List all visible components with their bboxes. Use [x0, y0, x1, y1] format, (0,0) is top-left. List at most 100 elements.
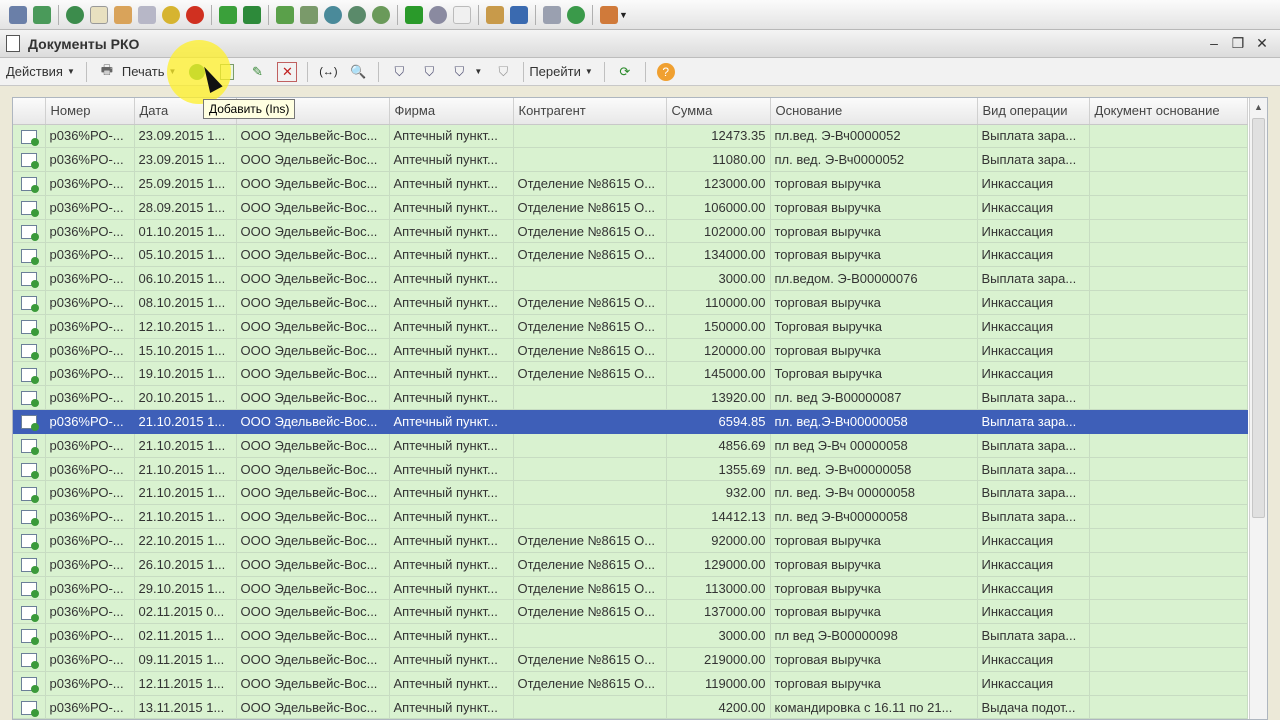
table-cell[interactable]: р036%РО-...: [45, 504, 135, 530]
table-cell[interactable]: [1089, 314, 1248, 339]
table-cell[interactable]: пл вед Э-Вч 00000058: [770, 433, 978, 458]
table-cell[interactable]: [1089, 338, 1248, 363]
table-row[interactable]: р036%РО-... 22.10.2015 1... ООО Эдельвейс-…: [13, 528, 1248, 553]
table-cell[interactable]: 21.10.2015 1...: [134, 433, 237, 458]
table-cell[interactable]: Аптечный пункт...: [389, 219, 514, 244]
table-cell[interactable]: Отделение №8615 О...: [513, 576, 667, 601]
table-cell[interactable]: Отделение №8615 О...: [513, 171, 667, 196]
table-cell[interactable]: 120000.00: [666, 338, 771, 363]
table-cell[interactable]: Аптечный пункт...: [389, 314, 514, 339]
table-cell[interactable]: Аптечный пункт...: [389, 647, 514, 672]
table-cell[interactable]: Выплата зара...: [977, 504, 1090, 530]
table-cell[interactable]: ООО Эдельвейс-Вос...: [236, 480, 390, 506]
table-cell[interactable]: Инкассация: [977, 552, 1090, 577]
table-cell[interactable]: Инкассация: [977, 242, 1090, 268]
table-cell[interactable]: торговая выручка: [770, 552, 978, 577]
table-cell[interactable]: торговая выручка: [770, 647, 978, 672]
table-cell[interactable]: р036%РО-...: [45, 242, 135, 268]
table-cell[interactable]: [513, 385, 667, 411]
table-cell[interactable]: пл. вед Э-Вч00000058: [770, 504, 978, 530]
table-cell[interactable]: Аптечный пункт...: [389, 195, 514, 220]
table-cell[interactable]: 22.10.2015 1...: [134, 528, 237, 553]
table-row[interactable]: р036%РО-... 19.10.2015 1... ООО Эдельвейс-…: [13, 361, 1248, 387]
table-row[interactable]: р036%РО-... 23.09.2015 1... ООО Эдельвейс-…: [13, 124, 1248, 149]
table-cell[interactable]: 23.09.2015 1...: [134, 147, 237, 173]
table-cell[interactable]: пл. вед Э-В00000087: [770, 385, 978, 411]
table-cell[interactable]: Аптечный пункт...: [389, 599, 514, 625]
table-cell[interactable]: 21.10.2015 1...: [134, 457, 237, 482]
table-row[interactable]: р036%РО-... 23.09.2015 1... ООО Эдельвейс-…: [13, 147, 1248, 173]
table-cell[interactable]: [513, 480, 667, 506]
table-cell[interactable]: торговая выручка: [770, 338, 978, 363]
table-cell[interactable]: 137000.00: [666, 599, 771, 625]
table-cell[interactable]: Отделение №8615 О...: [513, 219, 667, 244]
table-cell[interactable]: ООО Эдельвейс-Вос...: [236, 361, 390, 387]
edit-button[interactable]: ✎: [247, 62, 267, 82]
table-cell[interactable]: Аптечный пункт...: [389, 147, 514, 173]
table-cell[interactable]: 09.11.2015 1...: [134, 647, 237, 672]
table-cell[interactable]: [1089, 528, 1248, 553]
printer-icon[interactable]: 🖶: [97, 62, 117, 82]
table-cell[interactable]: пл.вед. Э-Вч0000052: [770, 124, 978, 149]
box-blue-icon[interactable]: [510, 5, 528, 24]
table-cell[interactable]: 219000.00: [666, 647, 771, 672]
table-cell[interactable]: Аптечный пункт...: [389, 171, 514, 196]
table-cell[interactable]: р036%РО-...: [45, 385, 135, 411]
table-cell[interactable]: ООО Эдельвейс-Вос...: [236, 457, 390, 482]
table-row[interactable]: р036%РО-... 15.10.2015 1... ООО Эдельвейс-…: [13, 338, 1248, 363]
table-cell[interactable]: [1089, 290, 1248, 315]
doc-icon[interactable]: [453, 5, 471, 24]
table-cell[interactable]: Инкассация: [977, 219, 1090, 244]
table-cell[interactable]: р036%РО-...: [45, 219, 135, 244]
table-cell[interactable]: 19.10.2015 1...: [134, 361, 237, 387]
table-cell[interactable]: Отделение №8615 О...: [513, 528, 667, 553]
column-header[interactable]: Основание: [770, 98, 978, 125]
chevron-down-icon[interactable]: ▼: [585, 67, 593, 76]
table-cell[interactable]: 01.10.2015 1...: [134, 219, 237, 244]
table-cell[interactable]: ООО Эдельвейс-Вос...: [236, 576, 390, 601]
globe2-icon[interactable]: [324, 5, 342, 24]
table-cell[interactable]: [513, 695, 667, 719]
table-cell[interactable]: Аптечный пункт...: [389, 576, 514, 601]
table-cell[interactable]: 123000.00: [666, 171, 771, 196]
table-cell[interactable]: Аптечный пункт...: [389, 528, 514, 553]
table-cell[interactable]: 119000.00: [666, 671, 771, 696]
table-cell[interactable]: [513, 409, 667, 434]
table-cell[interactable]: командировка с 16.11 по 21...: [770, 695, 978, 719]
column-header[interactable]: Номер: [45, 98, 135, 125]
table-row[interactable]: р036%РО-... 01.10.2015 1... ООО Эдельвейс-…: [13, 219, 1248, 244]
calculator-icon[interactable]: [138, 5, 156, 24]
table-row[interactable]: р036%РО-... 20.10.2015 1... ООО Эдельвейс-…: [13, 385, 1248, 411]
table-cell[interactable]: Выплата зара...: [977, 623, 1090, 649]
table-row[interactable]: р036%РО-... 29.10.2015 1... ООО Эдельвейс-…: [13, 576, 1248, 601]
table-cell[interactable]: [1089, 480, 1248, 506]
column-header[interactable]: Контрагент: [513, 98, 667, 125]
refresh-people-icon[interactable]: [33, 5, 51, 24]
filter-icon[interactable]: ⛉: [389, 62, 409, 82]
table-row[interactable]: р036%РО-... 21.10.2015 1... ООО Эдельвейс-…: [13, 504, 1248, 530]
table-row[interactable]: р036%РО-... 02.11.2015 1... ООО Эдельвейс-…: [13, 623, 1248, 649]
table-row[interactable]: р036%РО-... 08.10.2015 1... ООО Эдельвейс-…: [13, 290, 1248, 315]
table-cell[interactable]: Инкассация: [977, 647, 1090, 672]
table-cell[interactable]: Отделение №8615 О...: [513, 195, 667, 220]
disk-icon[interactable]: [429, 5, 447, 24]
table-cell[interactable]: 110000.00: [666, 290, 771, 315]
table-cell[interactable]: пл.ведом. Э-В00000076: [770, 266, 978, 292]
table-cell[interactable]: 05.10.2015 1...: [134, 242, 237, 268]
table-cell[interactable]: 25.09.2015 1...: [134, 171, 237, 196]
arrows-green-icon[interactable]: [243, 5, 261, 24]
table-row[interactable]: р036%РО-... 05.10.2015 1... ООО Эдельвейс-…: [13, 242, 1248, 268]
refresh-icon[interactable]: ⟳: [615, 62, 635, 82]
table-cell[interactable]: Отделение №8615 О...: [513, 647, 667, 672]
table-cell[interactable]: Выплата зара...: [977, 385, 1090, 411]
interval-button[interactable]: (↔): [318, 62, 338, 82]
table-row[interactable]: р036%РО-... 21.10.2015 1... ООО Эдельвейс-…: [13, 480, 1248, 506]
restore-button[interactable]: ❐: [1228, 33, 1248, 53]
table-cell[interactable]: пл. вед. Э-Вч 00000058: [770, 480, 978, 506]
table-cell[interactable]: Инкассация: [977, 528, 1090, 553]
table-cell[interactable]: ООО Эдельвейс-Вос...: [236, 671, 390, 696]
table-cell[interactable]: [1089, 219, 1248, 244]
table-cell[interactable]: [513, 266, 667, 292]
table-cell[interactable]: р036%РО-...: [45, 290, 135, 315]
table-cell[interactable]: Торговая выручка: [770, 314, 978, 339]
